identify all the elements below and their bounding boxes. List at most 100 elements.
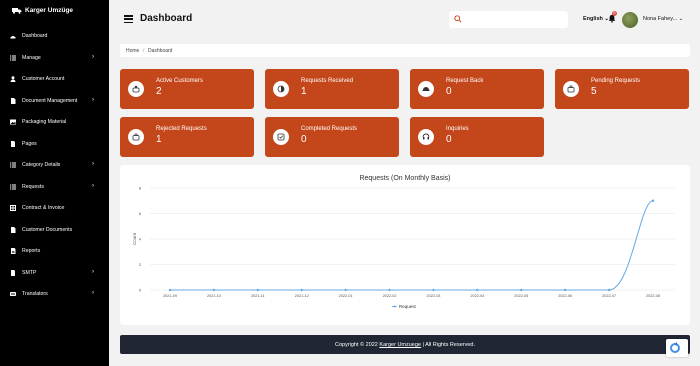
notification-badge: 0 bbox=[612, 11, 617, 16]
list-icon bbox=[10, 162, 16, 168]
card-title: Active Customers bbox=[156, 78, 204, 84]
card-title: Request Back bbox=[446, 78, 484, 84]
chevron-right-icon: › bbox=[92, 161, 94, 167]
recaptcha-badge[interactable] bbox=[666, 339, 688, 357]
search-box bbox=[449, 11, 568, 28]
y-tick-label: 2 bbox=[139, 262, 142, 267]
footer: Copyright © 2022 Karger Umzuege | All Ri… bbox=[120, 335, 690, 354]
customers-icon bbox=[132, 85, 140, 93]
received-icon bbox=[277, 85, 285, 93]
copyright-prefix: Copyright © 2022 bbox=[334, 342, 380, 348]
sidebar-item-pages[interactable]: Pages bbox=[0, 136, 109, 152]
sidebar: Karger Umzüge Dashboard Manage › Customer A… bbox=[0, 0, 109, 366]
stat-card-pending-requests[interactable]: Pending Requests 5 bbox=[555, 69, 689, 109]
sidebar-item-customer-account[interactable]: Customer Account bbox=[0, 71, 109, 87]
data-point bbox=[300, 288, 303, 292]
sidebar-item-customer-documents[interactable]: Customer Documents bbox=[0, 222, 109, 238]
menu-toggle-icon[interactable] bbox=[124, 15, 133, 24]
sidebar-item-translators[interactable]: Translators › bbox=[0, 286, 109, 302]
breadcrumb-separator: / bbox=[143, 48, 145, 54]
data-point bbox=[432, 288, 435, 292]
card-title: Requests Received bbox=[301, 78, 354, 84]
footer-link[interactable]: Karger Umzuege bbox=[379, 342, 421, 348]
breadcrumb-home[interactable]: Home bbox=[126, 48, 139, 54]
stat-card-rejected-requests[interactable]: Rejected Requests 1 bbox=[120, 117, 254, 157]
chevron-right-icon: › bbox=[92, 97, 94, 103]
sidebar-item-label: Reports bbox=[22, 248, 41, 254]
user-menu[interactable]: Nona Fahey... ⌄ bbox=[643, 16, 683, 22]
translate-icon bbox=[10, 292, 16, 296]
sidebar-item-label: Customer Documents bbox=[22, 227, 73, 233]
sidebar-item-document-management[interactable]: Document Management › bbox=[0, 93, 109, 109]
x-tick-label: 2022-06 bbox=[558, 294, 572, 298]
avatar[interactable] bbox=[622, 12, 638, 28]
x-tick-label: 2022-03 bbox=[426, 294, 440, 298]
chart-title: Requests (On Monthly Basis) bbox=[359, 175, 450, 182]
copyright-suffix: | All Rights Reserved. bbox=[420, 342, 476, 348]
card-value: 1 bbox=[156, 134, 162, 145]
sidebar-item-label: Document Management bbox=[22, 98, 78, 104]
card-value: 5 bbox=[591, 86, 597, 97]
stat-card-request-back[interactable]: Request Back 0 bbox=[410, 69, 544, 109]
language-selector[interactable]: English ⌄ bbox=[583, 16, 609, 22]
card-icon-circle bbox=[273, 129, 289, 145]
card-title: Completed Requests bbox=[301, 126, 358, 132]
document-icon bbox=[11, 98, 16, 104]
sidebar-item-manage[interactable]: Manage › bbox=[0, 50, 109, 66]
requests-chart: Requests (On Monthly Basis) 0 2 4 6 8 Count 202… bbox=[120, 165, 690, 325]
x-tick-label: 2021-09 bbox=[163, 294, 177, 298]
sidebar-item-label: Contract & Invoice bbox=[22, 205, 65, 211]
card-title: Inquiries bbox=[446, 126, 469, 132]
card-title: Pending Requests bbox=[591, 78, 641, 84]
grid-icon bbox=[10, 205, 16, 211]
inquiries-icon bbox=[422, 133, 430, 140]
chevron-right-icon: › bbox=[92, 269, 94, 275]
sidebar-item-label: Packaging Material bbox=[22, 119, 67, 125]
search-input[interactable] bbox=[465, 14, 563, 25]
search-icon[interactable] bbox=[454, 15, 462, 23]
card-icon-circle bbox=[128, 129, 144, 145]
report-icon bbox=[11, 248, 16, 254]
data-point bbox=[476, 288, 479, 292]
sidebar-item-contract-invoice[interactable]: Contract & Invoice bbox=[0, 200, 109, 216]
brand-logo[interactable]: Karger Umzüge bbox=[12, 7, 73, 14]
data-point bbox=[388, 288, 391, 292]
card-icon-circle bbox=[418, 129, 434, 145]
rejected-icon bbox=[132, 133, 140, 141]
sidebar-item-reports[interactable]: Reports bbox=[0, 243, 109, 259]
sidebar-item-smtp[interactable]: SMTP › bbox=[0, 265, 109, 281]
data-point bbox=[651, 199, 655, 202]
sidebar-item-label: Pages bbox=[22, 141, 37, 147]
topbar: Dashboard English ⌄ 0 Nona Fahey... ⌄ bbox=[109, 0, 700, 40]
sidebar-item-category-details[interactable]: Category Details › bbox=[0, 157, 109, 173]
legend-marker bbox=[393, 305, 396, 308]
series-line-request bbox=[170, 200, 654, 291]
sidebar-item-requests[interactable]: Requests › bbox=[0, 179, 109, 195]
requests-chart-svg: Requests (On Monthly Basis) 0 2 4 6 8 Count 202… bbox=[132, 175, 675, 309]
sidebar-item-label: SMTP bbox=[22, 270, 37, 276]
truck-icon bbox=[12, 8, 22, 14]
sidebar-item-label: Customer Account bbox=[22, 76, 65, 82]
sidebar-item-label: Requests bbox=[22, 184, 44, 190]
data-point bbox=[520, 288, 523, 292]
legend-label: Request bbox=[399, 304, 417, 309]
sidebar-item-dashboard[interactable]: Dashboard bbox=[0, 28, 109, 44]
sidebar-item-label: Dashboard bbox=[22, 33, 48, 39]
stat-card-active-customers[interactable]: Active Customers 2 bbox=[120, 69, 254, 109]
card-icon-circle bbox=[418, 81, 434, 97]
image-icon bbox=[10, 119, 16, 125]
stat-card-requests-received[interactable]: Requests Received 1 bbox=[265, 69, 399, 109]
sidebar-item-label: Translators bbox=[22, 291, 48, 297]
copyright-text: Copyright © 2022 Karger Umzuege | All Ri… bbox=[120, 342, 690, 348]
brand-name: Karger Umzüge bbox=[25, 7, 74, 14]
stat-card-inquiries[interactable]: Inquiries 0 bbox=[410, 117, 544, 157]
x-tick-label: 2022-05 bbox=[514, 294, 528, 298]
card-icon-circle bbox=[273, 81, 289, 97]
y-tick-label: 4 bbox=[139, 237, 142, 242]
data-point bbox=[607, 288, 611, 292]
data-point bbox=[256, 288, 260, 292]
stat-card-completed-requests[interactable]: Completed Requests 0 bbox=[265, 117, 399, 157]
breadcrumb: Home / Dashboard bbox=[120, 44, 690, 57]
sidebar-item-packaging-material[interactable]: Packaging Material bbox=[0, 114, 109, 130]
card-value: 0 bbox=[446, 86, 452, 97]
